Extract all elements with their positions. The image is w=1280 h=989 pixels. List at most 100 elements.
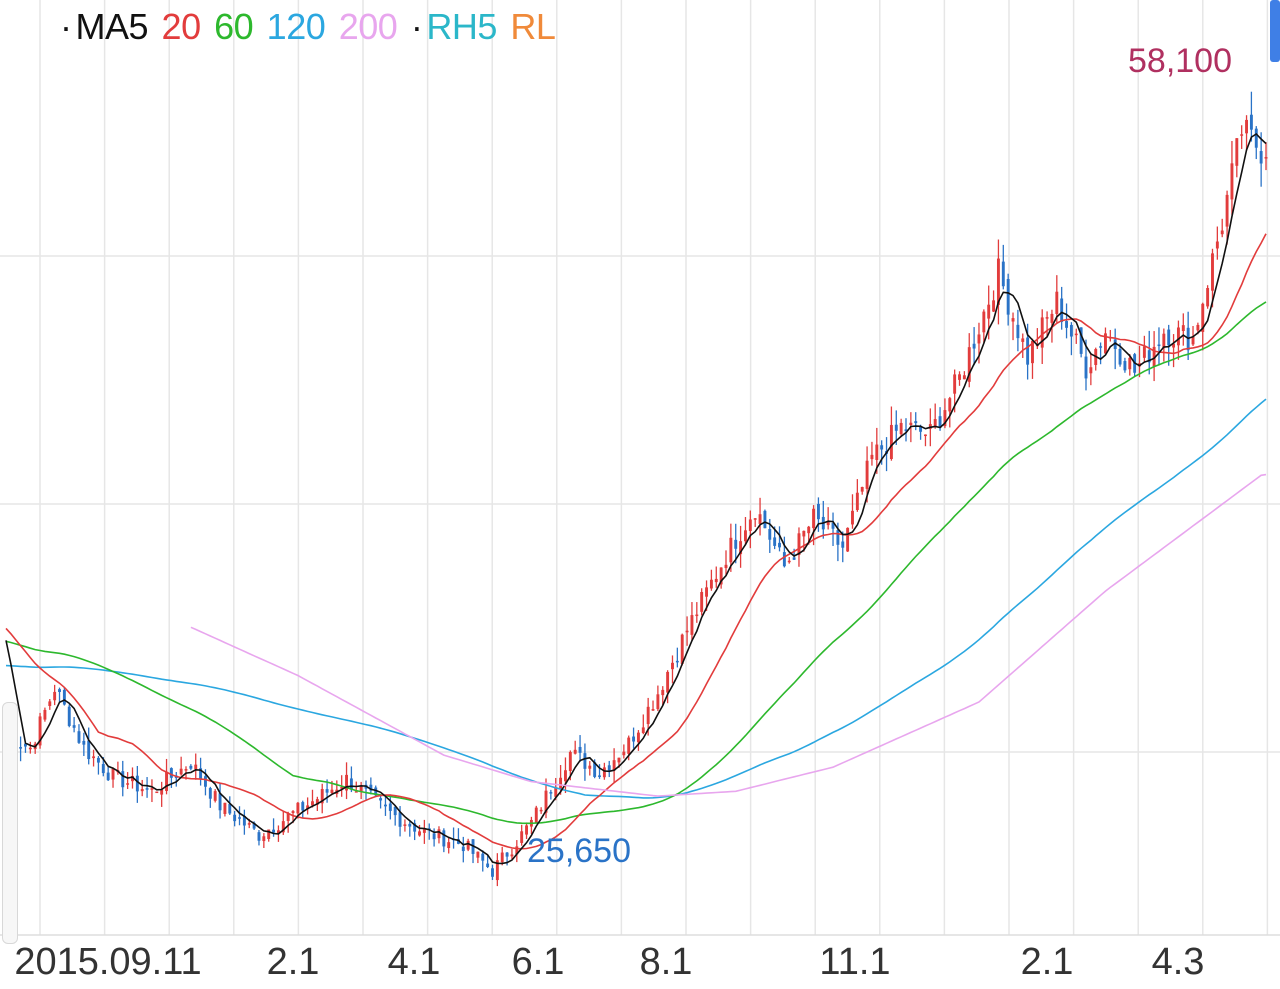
- indicator-legend[interactable]: · MA5 20 60 120 200 · RH5 RL: [60, 6, 559, 48]
- candle: [384, 795, 387, 816]
- candle: [1065, 303, 1068, 339]
- candle: [583, 743, 587, 781]
- candle: [996, 239, 1000, 325]
- candle: [301, 800, 305, 818]
- candle: [671, 655, 674, 684]
- candle: [651, 700, 655, 711]
- legend-ma60[interactable]: 60: [214, 6, 254, 47]
- candle: [1001, 244, 1005, 290]
- candle: [320, 783, 324, 814]
- candle: [257, 830, 261, 846]
- moving-average-lines: [5, 132, 1267, 865]
- candle: [359, 781, 363, 800]
- candle: [924, 434, 927, 447]
- candle: [135, 765, 139, 803]
- candle: [62, 687, 66, 706]
- candle: [19, 736, 23, 762]
- candle: [870, 441, 874, 466]
- candle: [393, 805, 397, 826]
- stock-chart[interactable]: 2015.09.11 2.1 4.1 6.1 8.1 11.1 2.1 4.3 58,100 …: [0, 0, 1280, 989]
- candle: [753, 517, 757, 527]
- candle: [933, 403, 937, 429]
- candle: [967, 333, 971, 388]
- candle: [782, 536, 786, 568]
- candle: [1230, 140, 1234, 215]
- x-axis-label: 4.3: [1152, 941, 1205, 983]
- legend-ma20[interactable]: 20: [162, 6, 202, 47]
- candle: [982, 309, 986, 343]
- legend-ma5[interactable]: MA5: [76, 6, 149, 47]
- legend-ma120[interactable]: 120: [267, 6, 326, 47]
- candle: [851, 494, 854, 529]
- candle: [831, 512, 835, 547]
- candle: [1060, 286, 1064, 330]
- candle: [656, 685, 660, 712]
- legend-ma200[interactable]: 200: [339, 6, 398, 47]
- vertical-scrollbar[interactable]: [1270, 0, 1280, 62]
- candle: [471, 839, 475, 864]
- candle: [1104, 327, 1107, 354]
- candle: [1249, 91, 1253, 142]
- scroll-handle[interactable]: [2, 702, 18, 944]
- ma120-line: [5, 398, 1267, 799]
- candle: [1123, 357, 1127, 373]
- candle: [1172, 334, 1176, 368]
- candle: [262, 833, 266, 848]
- candle: [1235, 138, 1239, 178]
- candle: [821, 500, 825, 539]
- candle: [218, 782, 222, 819]
- x-axis-label: 6.1: [512, 941, 565, 983]
- candle: [573, 740, 577, 755]
- candle: [1240, 125, 1244, 149]
- candle: [709, 569, 713, 591]
- candle: [208, 786, 212, 808]
- candle: [855, 479, 859, 512]
- candle: [1220, 218, 1224, 238]
- legend-rh5[interactable]: RH5: [426, 6, 497, 47]
- candle: [345, 762, 348, 800]
- candle: [826, 507, 830, 530]
- candle: [962, 371, 966, 380]
- candle: [189, 764, 193, 771]
- candle: [899, 418, 903, 437]
- ma5-line: [5, 132, 1267, 865]
- candle: [636, 730, 640, 751]
- candle: [1011, 312, 1015, 341]
- candle: [1206, 285, 1210, 309]
- candle: [223, 802, 227, 817]
- candle: [213, 789, 217, 803]
- candle: [1040, 309, 1044, 364]
- candle: [106, 766, 110, 781]
- candle: [744, 517, 747, 546]
- candle: [860, 486, 864, 495]
- legend-rl[interactable]: RL: [510, 6, 556, 47]
- candle: [719, 567, 723, 589]
- candle: [700, 588, 704, 616]
- candle: [1021, 333, 1025, 358]
- candle: [408, 821, 412, 837]
- candle: [787, 557, 791, 564]
- candle: [632, 727, 636, 749]
- candle: [1181, 313, 1185, 346]
- candle: [1254, 126, 1258, 160]
- candle: [914, 412, 918, 431]
- candle: [413, 819, 417, 841]
- legend-bullet-rh: ·: [410, 6, 423, 47]
- candle: [1142, 335, 1146, 362]
- candle: [515, 840, 519, 863]
- candle: [1157, 327, 1161, 366]
- candle: [1089, 352, 1093, 386]
- candle: [549, 789, 553, 800]
- candle: [238, 806, 241, 826]
- candle: [1108, 329, 1112, 342]
- candle: [388, 794, 392, 820]
- x-axis-label: 11.1: [819, 941, 890, 983]
- candle: [364, 780, 368, 800]
- x-axis-label: 4.1: [388, 941, 441, 983]
- candle: [1016, 309, 1020, 352]
- candle: [286, 811, 290, 833]
- candle: [958, 371, 961, 386]
- candle: [58, 687, 61, 702]
- low-price-label: 25,650: [527, 832, 631, 870]
- candle: [1099, 342, 1103, 365]
